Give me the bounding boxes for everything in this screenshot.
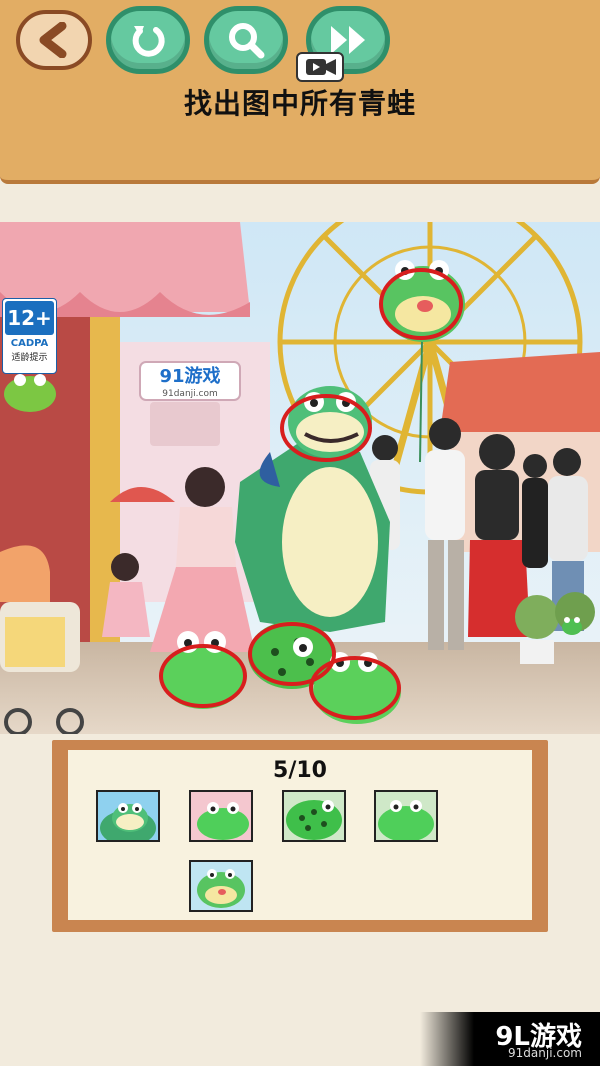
back-arrow-icon [39,22,67,58]
puzzle-scene[interactable]: 91游戏 91danji.com [0,222,600,734]
restart-button[interactable] [106,6,190,74]
found-items-panel: 5/10 [52,740,548,932]
magnifier-icon [229,23,265,59]
level-title: 找出图中所有青蛙 [183,87,416,120]
video-ad-badge[interactable] [296,52,344,82]
found-counter: 5/10 [273,758,327,783]
back-button[interactable] [16,10,92,70]
found-item-spotted-frog [282,790,346,842]
rating-org: CADPA [10,338,49,349]
scene-illustration[interactable]: 91游戏 91danji.com [0,222,600,734]
found-item-green-frog [374,790,438,842]
restart-icon [132,26,165,57]
found-item-pink-frog [189,790,253,842]
found-item-frog-costume [96,790,160,842]
found-items-area: 5/10 [68,750,532,920]
top-bar: 找出图中所有青蛙 [0,0,600,184]
found-item-balloon-frog [189,860,253,912]
hint-button[interactable] [204,6,288,74]
video-camera-icon [306,59,336,75]
watermark-url: 91danji.com [508,1046,582,1060]
age-rating-badge: 12+ CADPA 适龄提示 [2,298,57,374]
age-rating: 12+ [5,301,54,335]
rating-note: 适龄提示 [11,353,48,363]
site-watermark: 9L游戏 91danji.com [420,1012,600,1066]
frog-hidden-plant [562,617,582,635]
sign-logo: 91游戏 [159,365,220,387]
sign-url: 91danji.com [162,389,217,399]
